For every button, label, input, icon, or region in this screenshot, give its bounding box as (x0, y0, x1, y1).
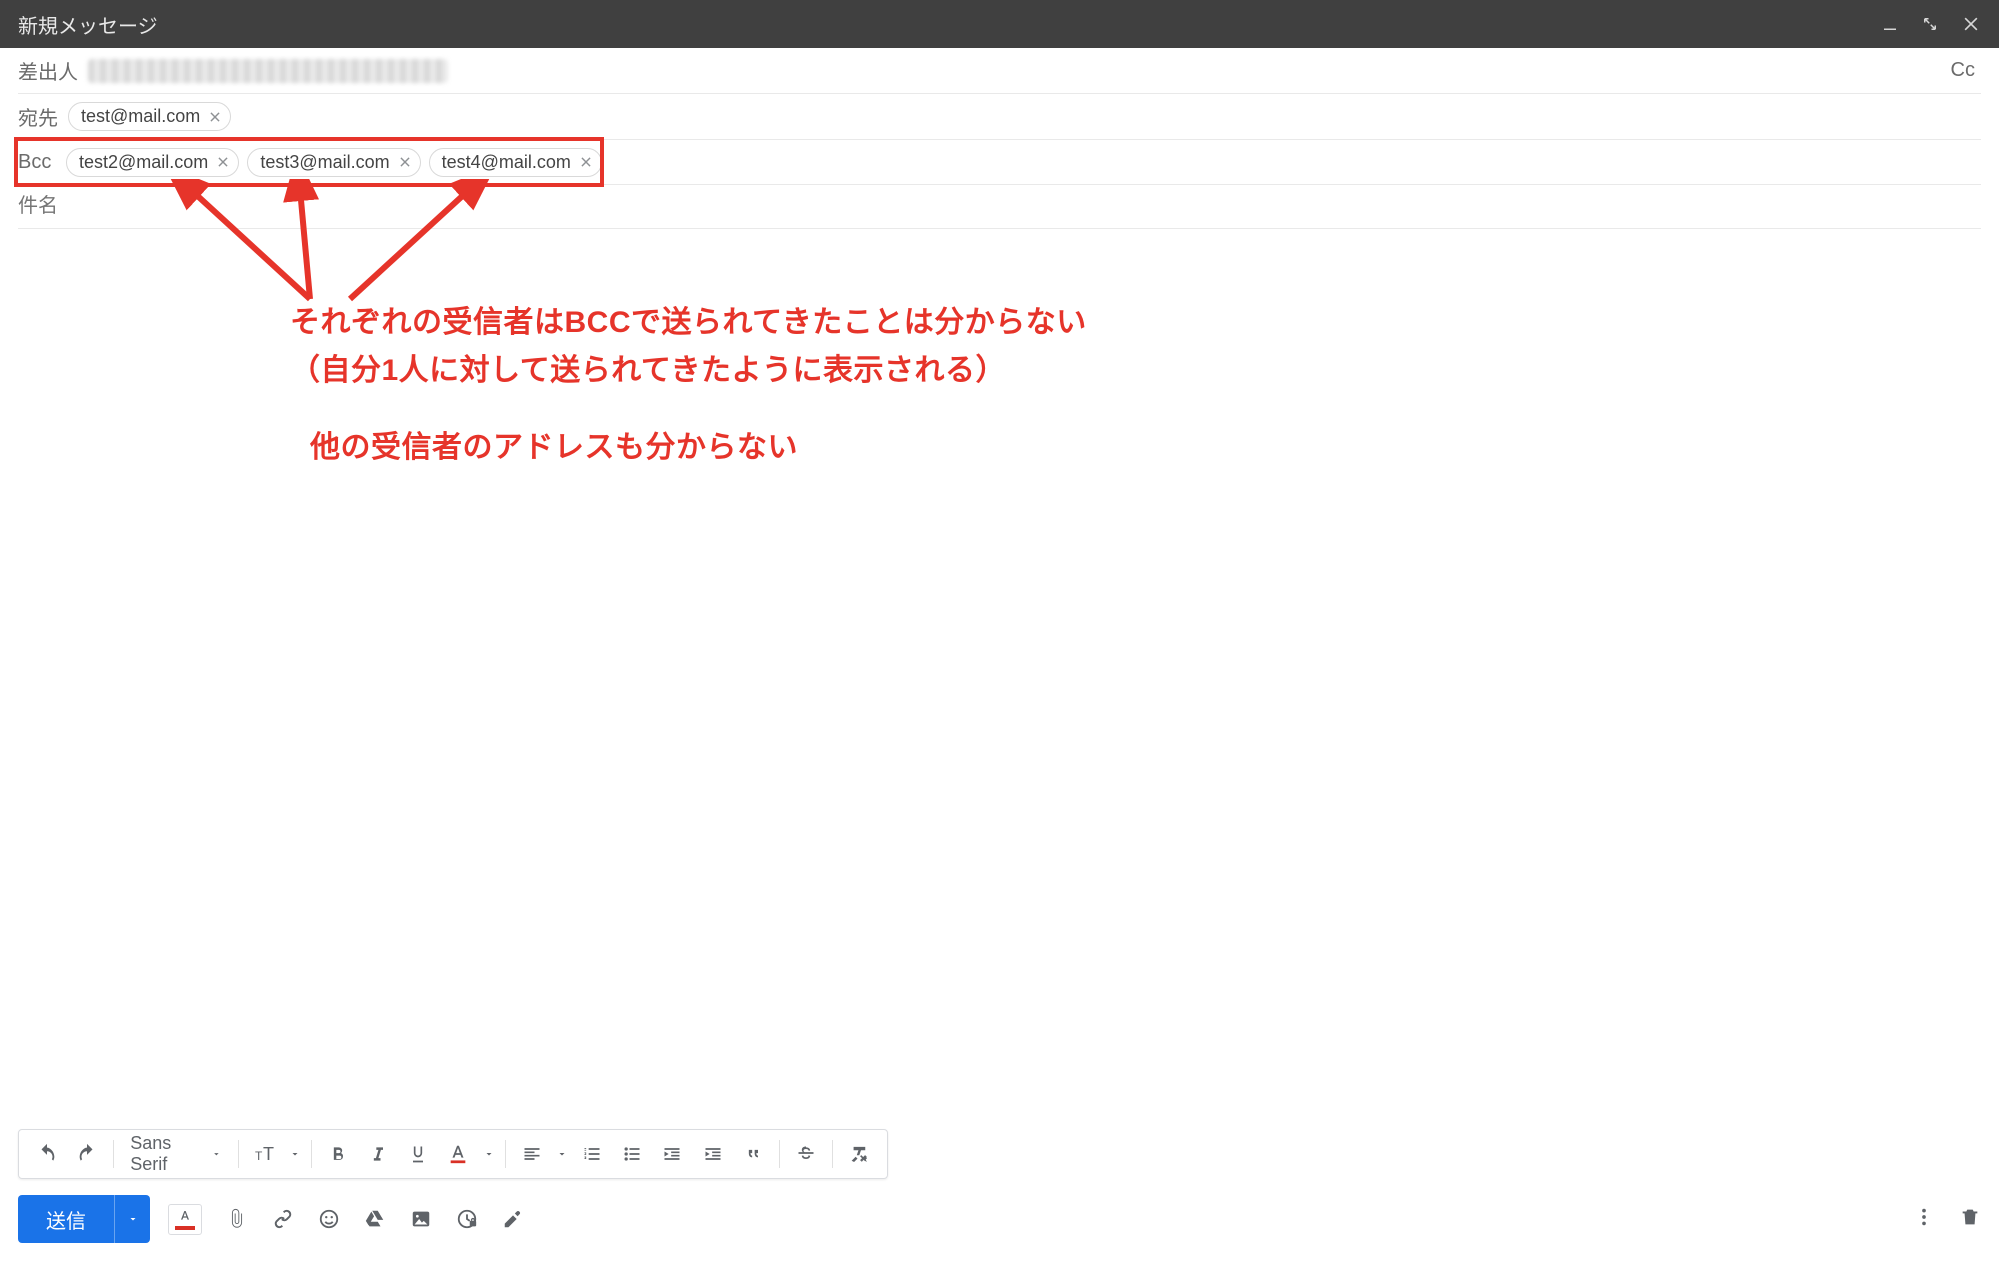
font-size-dropdown-icon[interactable] (287, 1134, 303, 1174)
remove-chip-icon[interactable] (208, 110, 222, 124)
numbered-list-icon[interactable] (574, 1134, 610, 1174)
formatting-toggle-icon[interactable] (168, 1204, 202, 1235)
send-button[interactable]: 送信 (18, 1195, 150, 1243)
annotation-arrow-icon (330, 179, 510, 319)
font-family-dropdown[interactable]: Sans Serif (122, 1133, 229, 1175)
align-icon[interactable] (514, 1134, 550, 1174)
strikethrough-icon[interactable] (788, 1134, 824, 1174)
insert-link-icon[interactable] (272, 1208, 294, 1230)
clear-formatting-icon[interactable] (841, 1134, 877, 1174)
undo-icon[interactable] (29, 1134, 65, 1174)
quote-icon[interactable] (735, 1134, 771, 1174)
message-body[interactable]: それぞれの受信者はBCCで送られてきたことは分からない （自分1人に対して送られ… (0, 229, 1999, 1129)
attach-file-icon[interactable] (226, 1208, 248, 1230)
remove-chip-icon[interactable] (579, 155, 593, 169)
pop-out-icon[interactable] (1921, 15, 1939, 33)
insert-signature-icon[interactable] (502, 1208, 524, 1230)
confidential-mode-icon[interactable] (456, 1208, 478, 1230)
action-bar: 送信 (0, 1195, 1999, 1267)
insert-emoji-icon[interactable] (318, 1208, 340, 1230)
align-dropdown-icon[interactable] (554, 1134, 570, 1174)
chip-email: test4@mail.com (442, 152, 571, 173)
minimize-icon[interactable] (1881, 15, 1899, 33)
insert-drive-icon[interactable] (364, 1208, 386, 1230)
bcc-label: Bcc (18, 143, 66, 182)
recipient-chip[interactable]: test4@mail.com (429, 148, 602, 177)
chip-email: test2@mail.com (79, 152, 208, 173)
from-label: 差出人 (18, 48, 88, 93)
to-row[interactable]: 宛先 test@mail.com (18, 94, 1981, 140)
send-options-dropdown[interactable] (114, 1195, 150, 1243)
text-color-dropdown-icon[interactable] (480, 1134, 496, 1174)
indent-more-icon[interactable] (694, 1134, 730, 1174)
remove-chip-icon[interactable] (216, 155, 230, 169)
insert-photo-icon[interactable] (410, 1208, 432, 1230)
remove-chip-icon[interactable] (398, 155, 412, 169)
italic-icon[interactable] (360, 1134, 396, 1174)
cc-toggle[interactable]: Cc (1945, 59, 1981, 82)
bold-icon[interactable] (320, 1134, 356, 1174)
annotation-text: それぞれの受信者はBCCで送られてきたことは分からない （自分1人に対して送られ… (290, 299, 1087, 395)
indent-less-icon[interactable] (654, 1134, 690, 1174)
send-button-main[interactable]: 送信 (18, 1195, 114, 1243)
from-row: 差出人 Cc (18, 48, 1981, 94)
to-label: 宛先 (18, 94, 68, 139)
underline-icon[interactable] (400, 1134, 436, 1174)
text-color-icon[interactable] (440, 1134, 476, 1174)
svg-text:T: T (263, 1144, 274, 1164)
recipient-chip[interactable]: test3@mail.com (247, 148, 420, 177)
redo-icon[interactable] (69, 1134, 105, 1174)
annotation-text: 他の受信者のアドレスも分からない (310, 424, 798, 472)
from-address-redacted (88, 59, 448, 83)
svg-text:T: T (255, 1149, 263, 1163)
titlebar: 新規メッセージ (0, 0, 1999, 48)
chevron-down-icon (211, 1148, 222, 1160)
bulleted-list-icon[interactable] (614, 1134, 650, 1174)
window-title: 新規メッセージ (18, 10, 158, 39)
font-size-icon[interactable]: TT (246, 1134, 282, 1174)
more-options-icon[interactable] (1913, 1206, 1935, 1233)
formatting-toolbar: Sans Serif TT (18, 1129, 888, 1179)
chip-email: test3@mail.com (260, 152, 389, 173)
recipient-chip[interactable]: test2@mail.com (66, 148, 239, 177)
discard-draft-icon[interactable] (1959, 1206, 1981, 1233)
close-icon[interactable] (1961, 14, 1981, 34)
recipient-chip[interactable]: test@mail.com (68, 102, 231, 131)
chip-email: test@mail.com (81, 106, 200, 127)
